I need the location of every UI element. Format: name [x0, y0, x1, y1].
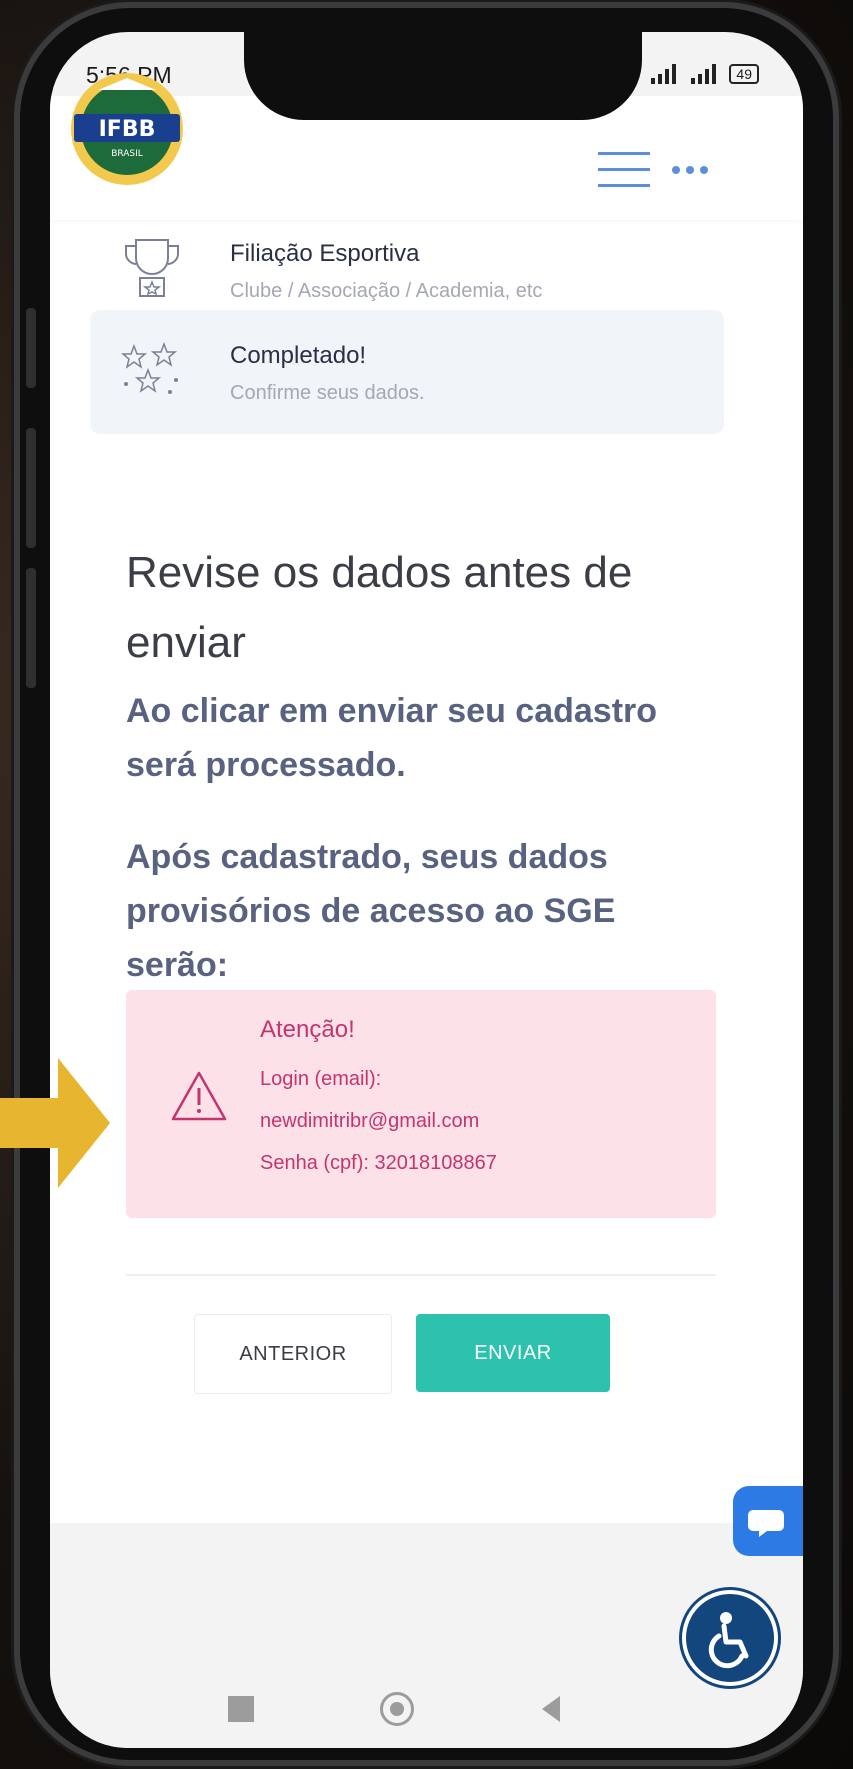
step-subtitle: Clube / Associação / Academia, etc	[230, 280, 543, 302]
wizard-card: Filiação Esportiva Clube / Associação / …	[50, 220, 803, 1523]
home-icon[interactable]	[380, 1692, 414, 1726]
step-subtitle: Confirme seus dados.	[230, 382, 425, 404]
signal-icon	[651, 64, 677, 84]
status-icons: 49	[649, 64, 759, 84]
step-filiacao[interactable]: Filiação Esportiva Clube / Associação / …	[120, 239, 650, 302]
side-button	[26, 428, 36, 548]
login-email: newdimitribr@gmail.com	[260, 1110, 480, 1132]
phone-screen: 5:56 PM 49 IFBB BRASIL	[50, 32, 803, 1748]
back-icon[interactable]	[542, 1696, 560, 1722]
divider	[126, 1274, 716, 1276]
side-button	[26, 568, 36, 688]
step-completado-active[interactable]: Completado! Confirme seus dados.	[90, 310, 724, 434]
credentials-note: Após cadastrado, seus dados provisórios …	[126, 838, 616, 984]
send-button[interactable]: ENVIAR	[416, 1314, 610, 1392]
password-line: Senha (cpf): 32018108867	[260, 1152, 497, 1174]
login-label: Login (email):	[260, 1068, 382, 1090]
logo-text: IFBB	[99, 117, 156, 142]
chat-bubble-icon	[748, 1510, 784, 1537]
recent-apps-icon[interactable]	[228, 1696, 254, 1722]
step-title: Filiação Esportiva	[230, 240, 420, 267]
trophy-icon	[125, 239, 179, 297]
logo-subtext: BRASIL	[111, 149, 143, 159]
chat-button[interactable]	[733, 1486, 803, 1556]
previous-button[interactable]: ANTERIOR	[194, 1314, 392, 1394]
accessibility-icon	[708, 1612, 749, 1669]
submit-note: Ao clicar em enviar seu cadastro será pr…	[126, 692, 658, 784]
warning-icon	[171, 1071, 227, 1121]
alert-title: Atenção!	[260, 1016, 355, 1043]
review-title: Revise os dados antes de enviar	[126, 548, 633, 667]
accessibility-button[interactable]	[682, 1590, 778, 1686]
android-nav-bar	[50, 1672, 803, 1748]
side-button	[26, 308, 36, 388]
step-title: Completado!	[230, 342, 367, 369]
ifbb-logo[interactable]: IFBB BRASIL	[68, 70, 186, 188]
page-content: Filiação Esportiva Clube / Associação / …	[50, 220, 803, 1560]
signal-icon	[691, 64, 717, 84]
battery-indicator: 49	[729, 64, 759, 84]
camera-notch	[244, 32, 642, 120]
yellow-arrow-annotation	[0, 1058, 110, 1188]
hamburger-menu-icon[interactable]	[598, 150, 650, 190]
attention-alert: Atenção! Login (email): newdimitribr@gma…	[126, 990, 716, 1218]
more-dots-icon[interactable]	[670, 164, 710, 176]
sparkles-icon	[120, 341, 178, 394]
